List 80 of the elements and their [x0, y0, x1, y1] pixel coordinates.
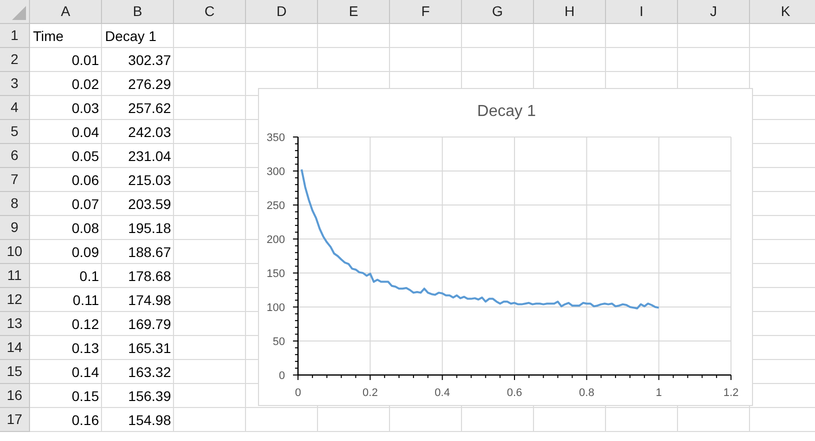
table-cell[interactable]: 0.05: [30, 144, 102, 168]
table-cell[interactable]: 188.67: [102, 240, 174, 264]
table-cell[interactable]: Time: [30, 24, 102, 48]
select-all-corner[interactable]: [0, 0, 30, 24]
table-cell[interactable]: 276.29: [102, 72, 174, 96]
table-cell[interactable]: 231.04: [102, 144, 174, 168]
row-header[interactable]: 1: [0, 24, 30, 48]
column-header[interactable]: I: [606, 0, 678, 24]
column-header[interactable]: G: [462, 0, 534, 24]
column-header[interactable]: F: [390, 0, 462, 24]
row-header[interactable]: 2: [0, 48, 30, 72]
axis-tick-label: 200: [266, 234, 285, 246]
axis-tick-label: 1: [656, 387, 662, 399]
table-cell[interactable]: 0.04: [30, 120, 102, 144]
axis-tick-label: 150: [266, 268, 285, 280]
table-cell[interactable]: 0.1: [30, 264, 102, 288]
axis-tick-label: 1.2: [723, 387, 739, 399]
chart-title: Decay 1: [477, 103, 536, 120]
table-cell[interactable]: 0.11: [30, 288, 102, 312]
row-header[interactable]: 10: [0, 240, 30, 264]
row-header[interactable]: 12: [0, 288, 30, 312]
axis-tick-label: 350: [266, 132, 285, 144]
table-cell[interactable]: 0.15: [30, 384, 102, 408]
axis-tick-label: 0.6: [506, 387, 522, 399]
row-header[interactable]: 5: [0, 120, 30, 144]
axis-tick-label: 0.2: [362, 387, 378, 399]
row-header[interactable]: 8: [0, 192, 30, 216]
column-header[interactable]: A: [30, 0, 102, 24]
row-header[interactable]: 3: [0, 72, 30, 96]
axis-tick-label: 300: [266, 166, 285, 178]
row-header[interactable]: 13: [0, 312, 30, 336]
table-cell[interactable]: 163.32: [102, 360, 174, 384]
table-cell[interactable]: 169.79: [102, 312, 174, 336]
column-header[interactable]: K: [750, 0, 815, 24]
table-cell[interactable]: 174.98: [102, 288, 174, 312]
table-cell[interactable]: 0.07: [30, 192, 102, 216]
table-cell[interactable]: 0.03: [30, 96, 102, 120]
table-cell[interactable]: 165.31: [102, 336, 174, 360]
table-cell[interactable]: 156.39: [102, 384, 174, 408]
table-cell[interactable]: 0.01: [30, 48, 102, 72]
axis-tick-label: 0.8: [579, 387, 594, 399]
column-header[interactable]: J: [678, 0, 750, 24]
table-cell[interactable]: 178.68: [102, 264, 174, 288]
table-cell[interactable]: 302.37: [102, 48, 174, 72]
axis-tick-label: 100: [266, 302, 285, 314]
table-cell[interactable]: Decay 1: [102, 24, 174, 48]
table-cell[interactable]: 0.12: [30, 312, 102, 336]
row-header[interactable]: 7: [0, 168, 30, 192]
table-cell[interactable]: 0.14: [30, 360, 102, 384]
table-cell[interactable]: 195.18: [102, 216, 174, 240]
column-header[interactable]: H: [534, 0, 606, 24]
table-cell[interactable]: 0.16: [30, 408, 102, 432]
column-header[interactable]: B: [102, 0, 174, 24]
table-cell[interactable]: 0.02: [30, 72, 102, 96]
axis-tick-label: 0: [278, 370, 285, 382]
row-header[interactable]: 15: [0, 360, 30, 384]
table-cell[interactable]: 154.98: [102, 408, 174, 432]
corner-triangle-icon: [12, 6, 26, 20]
table-cell[interactable]: 257.62: [102, 96, 174, 120]
table-cell[interactable]: 0.06: [30, 168, 102, 192]
row-header[interactable]: 4: [0, 96, 30, 120]
column-header[interactable]: D: [246, 0, 318, 24]
axis-tick-label: 0: [294, 387, 302, 399]
column-header[interactable]: E: [318, 0, 390, 24]
row-header[interactable]: 11: [0, 264, 30, 288]
axis-tick-label: 250: [266, 200, 285, 212]
axis-tick-label: 50: [272, 336, 285, 348]
row-header[interactable]: 9: [0, 216, 30, 240]
table-cell[interactable]: 242.03: [102, 120, 174, 144]
row-header[interactable]: 6: [0, 144, 30, 168]
table-cell[interactable]: 0.13: [30, 336, 102, 360]
row-header[interactable]: 16: [0, 384, 30, 408]
table-cell[interactable]: 203.59: [102, 192, 174, 216]
axis-tick-label: 0.4: [434, 387, 450, 399]
row-header[interactable]: 14: [0, 336, 30, 360]
column-header[interactable]: C: [174, 0, 246, 24]
table-cell[interactable]: 215.03: [102, 168, 174, 192]
table-cell[interactable]: 0.09: [30, 240, 102, 264]
table-cell[interactable]: 0.08: [30, 216, 102, 240]
row-header[interactable]: 17: [0, 408, 30, 432]
